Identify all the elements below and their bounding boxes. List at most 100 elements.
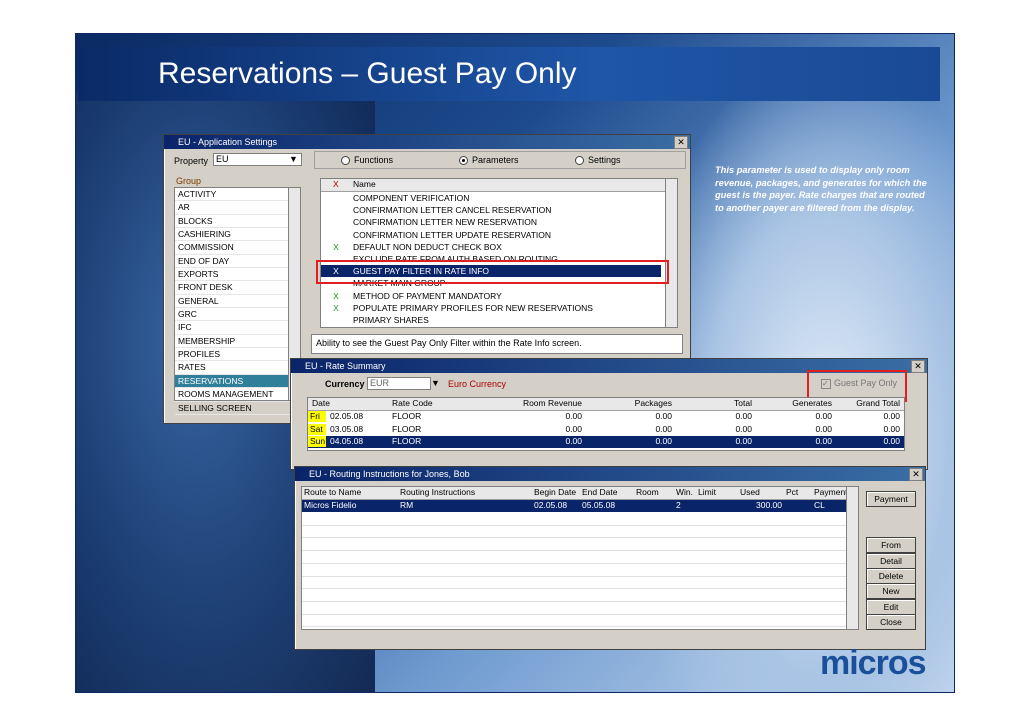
explanation-note: This parameter is used to display only r… xyxy=(715,165,927,213)
routing-scrollbar[interactable] xyxy=(846,487,858,629)
param-row[interactable]: X METHOD OF PAYMENT MANDATORY xyxy=(321,290,661,302)
group-item[interactable]: MEMBERSHIP xyxy=(175,335,300,349)
param-row[interactable]: PRIMARY SHARES xyxy=(321,314,661,326)
routing-from-button[interactable]: From xyxy=(866,537,916,553)
rate-date: 04.05.08 xyxy=(330,436,364,446)
param-checkmark: X xyxy=(333,241,339,252)
routing-empty-row[interactable] xyxy=(302,576,858,590)
group-item[interactable]: CASHIERING xyxy=(175,228,300,242)
param-name: DEFAULT NON DEDUCT CHECK BOX xyxy=(353,241,502,252)
group-item[interactable]: FRONT DESK xyxy=(175,281,300,295)
rate-col-header: Grand Total xyxy=(856,398,900,408)
close-icon[interactable]: ✕ xyxy=(909,468,923,481)
params-scrollbar[interactable] xyxy=(665,179,677,327)
app-settings-title: EU - Application Settings xyxy=(178,137,278,147)
radio-parameters[interactable]: Parameters xyxy=(459,155,519,166)
param-name: CONFIRMATION LETTER UPDATE RESERVATION xyxy=(353,229,552,240)
group-item[interactable]: COMMISSION xyxy=(175,241,300,255)
rate-row[interactable]: Sun 04.05.08 FLOOR 0.00 0.00 0.00 0.00 0.00 xyxy=(308,436,904,448)
param-row[interactable]: CONFIRMATION LETTER CANCEL RESERVATION xyxy=(321,204,661,216)
group-item[interactable]: GRC xyxy=(175,308,300,322)
group-item[interactable]: GENERAL xyxy=(175,295,300,309)
group-item[interactable]: PROFILES xyxy=(175,348,300,362)
rate-cell: 0.00 xyxy=(815,436,832,446)
routing-empty-row[interactable] xyxy=(302,602,858,615)
rate-day: Sat xyxy=(308,423,326,435)
rate-cell: 0.00 xyxy=(565,411,582,421)
rate-day: Sun xyxy=(308,436,326,447)
rate-date: 02.05.08 xyxy=(330,411,364,421)
routing-delete-button[interactable]: Delete xyxy=(866,568,916,584)
radio-icon xyxy=(341,156,350,166)
rate-cell: 0.00 xyxy=(815,411,832,421)
routing-col-header: Limit xyxy=(698,487,716,497)
routing-detail-button[interactable]: Detail xyxy=(866,553,916,569)
routing-payment-button[interactable]: Payment xyxy=(866,491,916,507)
micros-logo: micros xyxy=(820,644,926,682)
routing-col-header: Route to Name xyxy=(304,487,362,497)
routing-empty-row[interactable] xyxy=(302,551,858,564)
routing-col-header: Routing Instructions xyxy=(400,487,476,497)
col-name: Name xyxy=(353,179,376,189)
param-row[interactable]: X DEFAULT NON DEDUCT CHECK BOX xyxy=(321,241,661,253)
currency-name: Euro Currency xyxy=(448,379,507,389)
rate-date: 03.05.08 xyxy=(330,423,364,434)
currency-input[interactable]: EUR xyxy=(367,377,431,390)
group-item[interactable]: BLOCKS xyxy=(175,215,300,229)
param-checkmark: X xyxy=(333,290,339,301)
routing-edit-button[interactable]: Edit xyxy=(866,599,916,615)
group-item[interactable]: RATES xyxy=(175,361,300,375)
rate-cell: 0.00 xyxy=(735,423,752,434)
routing-row[interactable]: Micros Fidelio RM 02.05.08 05.05.08 2 300.00 C… xyxy=(302,500,858,512)
rate-cell: FLOOR xyxy=(392,411,422,421)
rate-row[interactable]: Sat 03.05.08 FLOOR 0.00 0.00 0.00 0.00 0.00 xyxy=(308,423,904,436)
radio-functions[interactable]: Functions xyxy=(341,155,393,166)
routing-cell: 02.05.08 xyxy=(534,500,568,510)
rate-cell: 0.00 xyxy=(655,411,672,421)
routing-empty-row[interactable] xyxy=(302,525,858,539)
routing-empty-row[interactable] xyxy=(302,589,858,602)
routing-empty-row[interactable] xyxy=(302,538,858,552)
close-icon[interactable]: ✕ xyxy=(911,360,925,373)
param-row[interactable]: CONFIRMATION LETTER NEW RESERVATION xyxy=(321,216,661,228)
param-row[interactable]: CONFIRMATION LETTER UPDATE RESERVATION xyxy=(321,229,661,241)
rate-col-header: Generates xyxy=(792,398,832,408)
group-list: ACTIVITY AR BLOCKS CASHIERING COMMISSION END … xyxy=(174,187,301,415)
rate-col-header: Room Revenue xyxy=(522,398,582,408)
routing-header: Route to Name Routing Instructions Begin D… xyxy=(302,487,858,500)
params-header: X Name xyxy=(321,179,677,192)
group-item[interactable]: SELLING SCREEN xyxy=(175,402,300,415)
routing-close-button[interactable]: Close xyxy=(866,614,916,630)
group-item[interactable]: IFC xyxy=(175,321,300,335)
rate-day: Fri xyxy=(308,411,326,422)
rate-col-header: Date xyxy=(312,398,330,408)
routing-col-header: End Date xyxy=(582,487,618,497)
rate-cell: 0.00 xyxy=(883,411,900,421)
property-dropdown-icon[interactable]: ▼ xyxy=(289,154,298,164)
routing-empty-row[interactable] xyxy=(302,614,858,628)
group-item[interactable]: RESERVATIONS xyxy=(175,374,300,389)
routing-col-header: Room xyxy=(636,487,659,497)
rate-cell: 0.00 xyxy=(565,423,582,434)
radio-icon xyxy=(575,156,584,166)
param-row[interactable]: X POPULATE PRIMARY PROFILES FOR NEW RESER… xyxy=(321,302,661,314)
rate-cell: 0.00 xyxy=(883,436,900,446)
rate-row[interactable]: Fri 02.05.08 FLOOR 0.00 0.00 0.00 0.00 0.00 xyxy=(308,411,904,423)
group-item[interactable]: END OF DAY xyxy=(175,255,300,269)
param-row[interactable]: COMPONENT VERIFICATION xyxy=(321,192,661,204)
group-item[interactable]: ACTIVITY xyxy=(175,188,300,202)
routing-col-header: Used xyxy=(740,487,760,497)
routing-empty-row[interactable] xyxy=(302,513,858,526)
close-icon[interactable]: ✕ xyxy=(674,136,688,149)
routing-empty-row[interactable] xyxy=(302,564,858,577)
currency-dropdown-icon[interactable]: ▼ xyxy=(431,378,440,388)
group-item[interactable]: ROOMS MANAGEMENT xyxy=(175,388,300,402)
radio-settings[interactable]: Settings xyxy=(575,155,621,166)
routing-cell: RM xyxy=(400,500,414,510)
group-item[interactable]: AR xyxy=(175,201,300,215)
routing-new-button[interactable]: New xyxy=(866,583,916,599)
app-settings-titlebar: EU - Application Settings ✕ xyxy=(164,135,690,149)
rate-cell: 0.00 xyxy=(815,423,832,434)
group-item[interactable]: EXPORTS xyxy=(175,268,300,282)
routing-col-header: Begin Date xyxy=(534,487,577,497)
